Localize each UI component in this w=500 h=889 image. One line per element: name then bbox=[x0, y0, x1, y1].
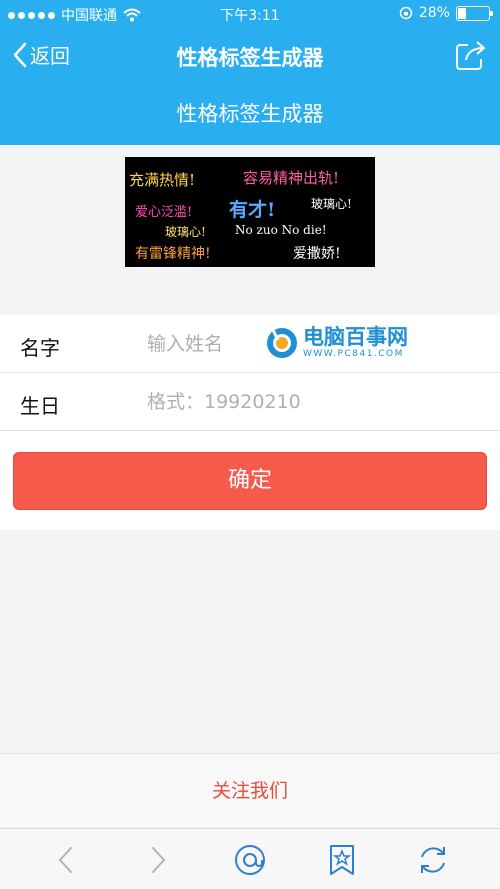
page-heading: 性格标签生成器 bbox=[176, 102, 324, 126]
banner-phrase: 玻璃心! bbox=[311, 197, 352, 211]
watermark-logo: 电脑百事网 WWW.PC841.COM bbox=[265, 323, 408, 363]
banner-phrase: No zuo No die! bbox=[235, 223, 327, 237]
bookmark-star-icon[interactable] bbox=[325, 843, 359, 877]
banner-phrase: 有雷锋精神! bbox=[135, 246, 211, 262]
refresh-icon[interactable] bbox=[416, 843, 450, 877]
at-icon[interactable] bbox=[233, 843, 267, 877]
banner-phrase: 容易精神出轨! bbox=[243, 169, 340, 187]
banner-phrase: 有才! bbox=[229, 199, 276, 221]
top-bar: 中国联通 下午3:11 28% 返回 性格标签生成器 性格标签生成器 bbox=[0, 0, 500, 145]
name-label: 名字 bbox=[20, 336, 60, 360]
back-arrow-icon[interactable] bbox=[50, 843, 84, 877]
birthday-label: 生日 bbox=[20, 394, 60, 418]
nav-title: 性格标签生成器 bbox=[176, 46, 324, 70]
forward-arrow-icon[interactable] bbox=[140, 843, 174, 877]
watermark-url: WWW.PC841.COM bbox=[303, 349, 404, 359]
birthday-row: 生日 bbox=[0, 373, 500, 431]
banner-area: 充满热情! 容易精神出轨! 爱心泛滥! 有才! 玻璃心! 玻璃心! No zuo… bbox=[0, 145, 500, 315]
banner-phrase: 爱心泛滥! bbox=[135, 205, 193, 220]
banner-phrase: 爱撒娇! bbox=[293, 246, 341, 262]
share-icon[interactable] bbox=[454, 38, 488, 72]
status-bar: 中国联通 下午3:11 28% bbox=[0, 0, 500, 28]
battery-fill bbox=[458, 7, 467, 19]
watermark-text: 电脑百事网 bbox=[303, 325, 408, 349]
name-row: 名字 电脑百事网 WWW.PC841.COM bbox=[0, 315, 500, 373]
confirm-button[interactable]: 确定 bbox=[13, 452, 487, 510]
browser-toolbar bbox=[0, 828, 500, 889]
rotation-lock-icon bbox=[399, 6, 413, 20]
battery-percent: 28% bbox=[418, 5, 450, 21]
nav-bar: 返回 性格标签生成器 bbox=[0, 28, 500, 84]
follow-us-link[interactable]: 关注我们 bbox=[0, 753, 500, 828]
pc841-logo-icon bbox=[267, 328, 297, 358]
banner-phrase: 充满热情! bbox=[129, 171, 196, 189]
personality-tags-image: 充满热情! 容易精神出轨! 爱心泛滥! 有才! 玻璃心! 玻璃心! No zuo… bbox=[125, 157, 375, 267]
battery-icon bbox=[456, 5, 493, 21]
banner-phrase: 玻璃心! bbox=[165, 225, 206, 239]
birthday-input[interactable] bbox=[147, 386, 477, 418]
